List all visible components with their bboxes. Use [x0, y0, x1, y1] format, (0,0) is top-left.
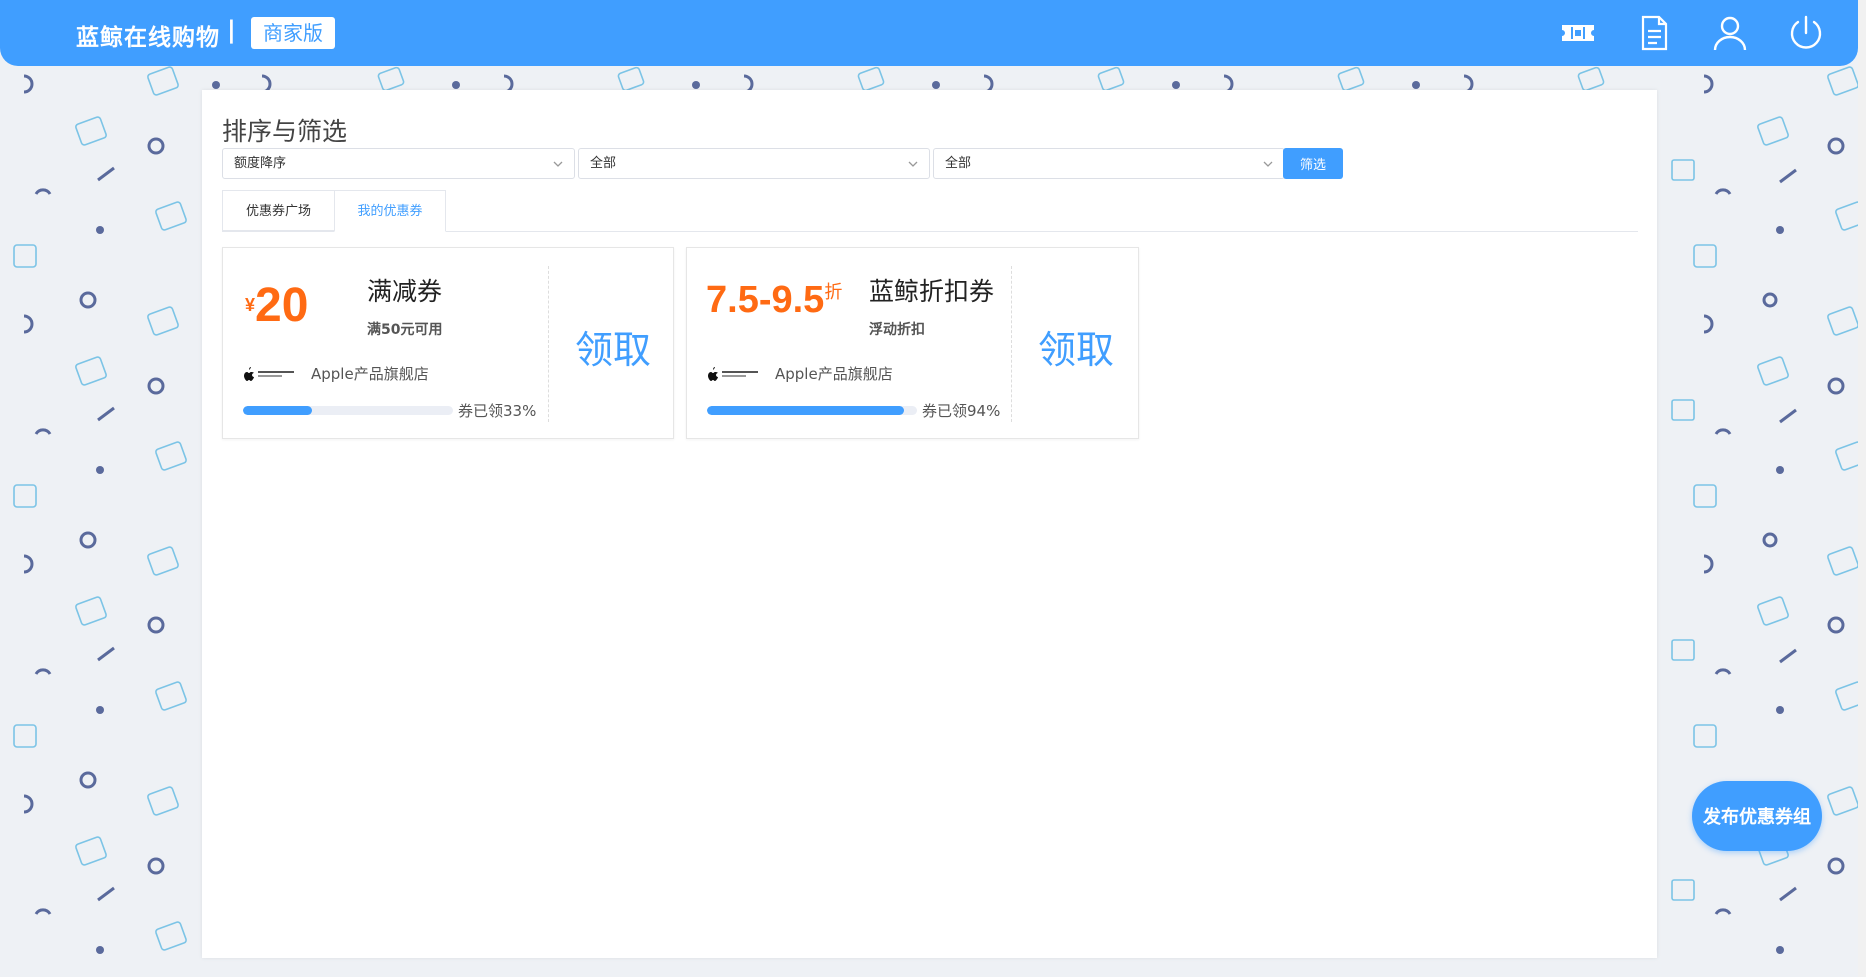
coupon-title: 蓝鲸折扣券 [869, 277, 995, 306]
sort-select-value: 额度降序 [234, 156, 287, 171]
coupon-divider [548, 266, 549, 422]
publish-coupon-group-button[interactable]: 发布优惠券组 [1692, 781, 1822, 851]
store-name: Apple产品旗舰店 [311, 365, 429, 383]
claim-progress-bar [707, 406, 917, 415]
top-bar: 蓝鲸在线购物 | 商家版 [0, 0, 1858, 66]
coupon-amount-value: 7.5-9.5 [706, 279, 825, 321]
claim-progress-fill [707, 406, 905, 415]
claim-progress-bar [243, 406, 453, 415]
sort-select[interactable]: 额度降序 [222, 148, 575, 179]
coupon-amount-value: 20 [255, 279, 309, 332]
coupon-divider [1011, 266, 1012, 422]
coupon-amount: ¥20 [245, 278, 308, 333]
tab-my-coupons[interactable]: 我的优惠券 [334, 190, 446, 232]
store-logo-icon [708, 367, 758, 381]
coupon-amount: 7.5-9.5折 [706, 278, 842, 322]
power-icon[interactable] [1786, 13, 1826, 53]
coupon-card: 7.5-9.5折 蓝鲸折扣券 浮动折扣 Apple产品旗舰店 券已领94% 领取 [686, 247, 1139, 439]
discount-unit: 折 [824, 282, 843, 302]
filter-select-2-value: 全部 [590, 156, 617, 171]
edition-badge: 商家版 [251, 17, 335, 49]
brand-title: 蓝鲸在线购物 [76, 25, 220, 51]
claim-button[interactable]: 领取 [575, 319, 651, 374]
chevron-down-icon [1263, 161, 1273, 167]
filter-section-title: 排序与筛选 [222, 117, 348, 146]
chevron-down-icon [908, 161, 918, 167]
user-icon[interactable] [1710, 13, 1750, 53]
coupon-condition: 满50元可用 [367, 322, 443, 338]
tab-coupon-plaza[interactable]: 优惠券广场 [222, 190, 334, 231]
main-panel: 排序与筛选 额度降序 全部 全部 筛选 优惠券广场 我的优惠券 ¥20 满减券 … [202, 90, 1657, 958]
store-name: Apple产品旗舰店 [775, 365, 893, 383]
brand-separator: | [227, 16, 236, 44]
filter-select-3[interactable]: 全部 [933, 148, 1285, 179]
claim-progress-fill [243, 406, 313, 415]
filter-select-3-value: 全部 [945, 156, 972, 171]
coupon-tabs: 优惠券广场 我的优惠券 [222, 190, 1638, 232]
claim-progress-label: 券已领33% [458, 402, 537, 420]
coupon-condition: 浮动折扣 [869, 322, 925, 338]
document-icon[interactable] [1634, 13, 1674, 53]
claim-progress-label: 券已领94% [922, 402, 1001, 420]
filter-button[interactable]: 筛选 [1283, 148, 1343, 179]
page-scrollbar[interactable] [1858, 0, 1866, 977]
claim-button[interactable]: 领取 [1038, 319, 1114, 374]
chevron-down-icon [553, 161, 563, 167]
filter-select-2[interactable]: 全部 [578, 148, 930, 179]
ticket-icon[interactable] [1558, 13, 1598, 53]
store-logo-icon [244, 367, 294, 381]
currency-symbol: ¥ [245, 295, 256, 315]
coupon-title: 满减券 [367, 277, 443, 306]
coupon-card: ¥20 满减券 满50元可用 Apple产品旗舰店 券已领33% 领取 [222, 247, 674, 439]
